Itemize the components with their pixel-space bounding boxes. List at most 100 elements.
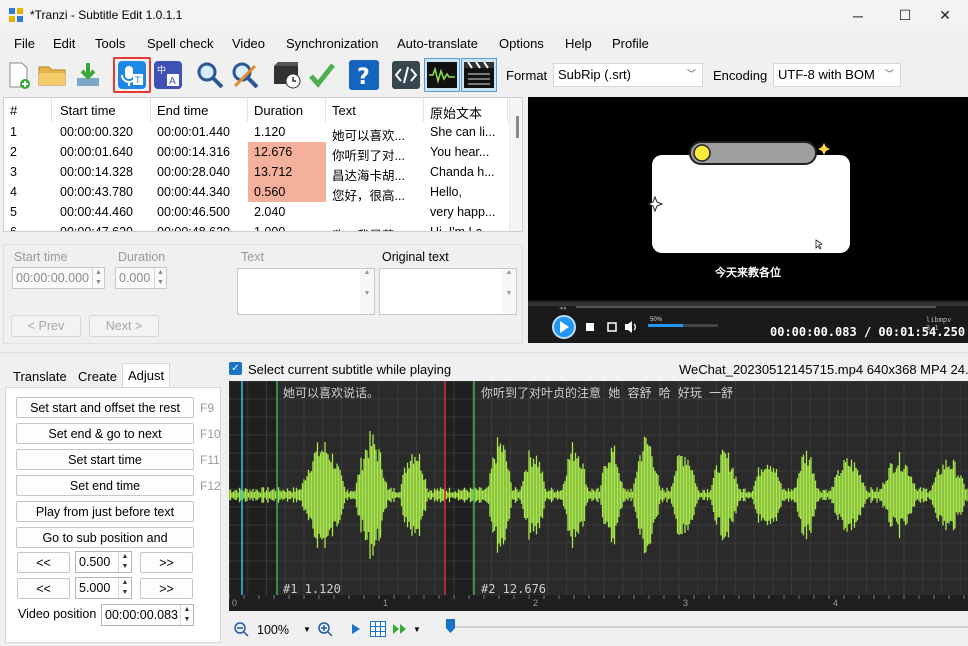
open-folder-icon[interactable] xyxy=(36,58,68,92)
cell-original: Hi, I'm La... xyxy=(430,225,493,232)
chevron-down-icon[interactable]: ▼ xyxy=(303,625,311,634)
rewind-small-button[interactable]: << xyxy=(17,552,70,573)
cell-duration: 13.712 xyxy=(248,162,326,182)
prev-button[interactable]: < Prev xyxy=(11,315,81,337)
subtitle-grid[interactable]: # Start time End time Duration Text 原始文本… xyxy=(3,97,523,232)
menu-file[interactable]: File xyxy=(14,36,35,51)
close-button[interactable]: ✕ xyxy=(922,0,968,31)
forward-large-button[interactable]: >> xyxy=(140,578,193,599)
spell-check-icon[interactable] xyxy=(306,58,338,92)
position-slider[interactable] xyxy=(446,619,455,633)
speech-to-text-icon[interactable]: T xyxy=(113,57,151,93)
zoom-value[interactable]: 100% xyxy=(257,623,289,637)
spin-arrows-icon[interactable]: ▲ ▼ xyxy=(118,552,131,572)
window-title: *Tranzi - Subtitle Edit 1.0.1.1 xyxy=(30,8,183,22)
adjust-button-2[interactable]: Set end & go to next xyxy=(16,423,194,444)
rewind-large-button[interactable]: << xyxy=(17,578,70,599)
menu-edit[interactable]: Edit xyxy=(53,36,75,51)
menu-tools[interactable]: Tools xyxy=(95,36,125,51)
auto-scroll-icon[interactable] xyxy=(392,623,410,635)
column-header-text[interactable]: Text xyxy=(326,98,424,122)
menu-options[interactable]: Options xyxy=(499,36,544,51)
menu-spell-check[interactable]: Spell check xyxy=(147,36,213,51)
adjust-button-1[interactable]: Set start and offset the rest xyxy=(16,397,194,418)
tab-adjust[interactable]: Adjust xyxy=(122,363,171,388)
chevron-down-icon[interactable]: ▼ xyxy=(413,625,421,634)
zoom-out-icon[interactable] xyxy=(234,622,249,637)
original-text-editor[interactable]: ▲ ▼ xyxy=(379,268,517,315)
play-button[interactable] xyxy=(550,314,578,342)
replace-icon[interactable] xyxy=(229,58,261,92)
spin-arrows-icon[interactable]: ▲ ▼ xyxy=(92,268,104,288)
format-select[interactable]: SubRip (.srt) ﹀ xyxy=(553,63,703,87)
adjust-button-3[interactable]: Set start time xyxy=(16,449,194,470)
text-editor-scrollbar[interactable]: ▲ ▼ xyxy=(360,269,374,314)
duration-input[interactable]: 0.000 ▲ ▼ xyxy=(115,267,167,289)
grid-toggle-icon[interactable] xyxy=(370,621,386,637)
text-editor[interactable]: ▲ ▼ xyxy=(237,268,375,315)
spin-arrows-icon[interactable]: ▲ ▼ xyxy=(154,268,166,288)
step-small-input[interactable]: 0.500 ▲ ▼ xyxy=(75,551,132,573)
spin-arrows-icon[interactable]: ▲ ▼ xyxy=(118,578,131,598)
tab-translate[interactable]: Translate xyxy=(8,366,72,387)
visual-sync-icon[interactable] xyxy=(271,58,303,92)
find-icon[interactable] xyxy=(194,58,226,92)
new-file-icon[interactable] xyxy=(2,58,34,92)
cell-original: Hello, xyxy=(430,185,462,199)
encoding-select[interactable]: UTF-8 with BOM ﹀ xyxy=(773,63,901,87)
column-header-number[interactable]: # xyxy=(4,98,52,122)
table-row[interactable]: 3 00:00:14.328 00:00:28.040 13.712 昌达海卡胡... C… xyxy=(4,162,508,182)
adjust-button-5[interactable]: Play from just before text xyxy=(16,501,194,522)
adjust-button-4[interactable]: Set end time xyxy=(16,475,194,496)
column-header-original[interactable]: 原始文本 xyxy=(424,98,508,122)
column-header-end-time[interactable]: End time xyxy=(151,98,248,122)
step-large-input[interactable]: 5.000 ▲ ▼ xyxy=(75,577,132,599)
format-label: Format xyxy=(506,68,548,83)
video-position-input[interactable]: 00:00:00.083 ▲ ▼ xyxy=(101,604,194,626)
scroll-thumb[interactable] xyxy=(516,116,519,138)
source-view-icon[interactable] xyxy=(390,58,422,92)
table-row[interactable]: 4 00:00:43.780 00:00:44.340 0.560 您好，很高... He… xyxy=(4,182,508,202)
video-toggle-icon[interactable] xyxy=(461,58,497,92)
grid-scrollbar[interactable] xyxy=(509,98,522,231)
column-header-start-time[interactable]: Start time xyxy=(54,98,151,122)
menu-profile[interactable]: Profile xyxy=(612,36,649,51)
menu-synchronization[interactable]: Synchronization xyxy=(286,36,379,51)
spin-arrows-icon[interactable]: ▲ ▼ xyxy=(180,605,193,625)
table-row[interactable]: 1 00:00:00.320 00:00:01.440 1.120 她可以喜欢... Sh… xyxy=(4,122,508,142)
position-track[interactable] xyxy=(445,626,968,628)
menu-auto-translate[interactable]: Auto-translate xyxy=(397,36,478,51)
start-time-input[interactable]: 00:00:00.000 ▲ ▼ xyxy=(12,267,105,289)
forward-small-button[interactable]: >> xyxy=(140,552,193,573)
table-row[interactable]: 5 00:00:44.460 00:00:46.500 2.040 very happ.… xyxy=(4,202,508,222)
menu-help[interactable]: Help xyxy=(565,36,592,51)
adjust-button-6[interactable]: Go to sub position and xyxy=(16,527,194,548)
select-current-checkbox[interactable]: ✓ xyxy=(229,362,242,375)
help-icon[interactable]: ? xyxy=(348,58,380,92)
waveform-controls: 100% ▼ ▼ xyxy=(229,614,968,644)
column-header-duration[interactable]: Duration xyxy=(248,98,326,122)
stop-button[interactable] xyxy=(584,321,596,333)
cell-text: 你听到了对... xyxy=(332,149,405,162)
menu-video[interactable]: Video xyxy=(232,36,265,51)
minimize-button[interactable]: ─ xyxy=(835,0,881,31)
cell-number: 3 xyxy=(10,165,17,179)
audio-waveform[interactable]: 她可以喜欢说话。 你听到了对叶贞的注意 她 容舒 哈 好玩 一舒 #1 1.12… xyxy=(229,381,968,611)
original-text-scrollbar[interactable]: ▲ ▼ xyxy=(502,269,516,314)
video-player[interactable]: ◂◂ 今天来教各位 50% libmpv 3.1 00:00:00.083 / … xyxy=(528,97,968,343)
next-button[interactable]: Next > xyxy=(89,315,159,337)
cell-original: very happ... xyxy=(430,205,496,219)
panel-divider[interactable] xyxy=(0,352,968,353)
time-total: 00:01:54.250 xyxy=(878,325,966,339)
time-tick: 0 xyxy=(232,598,238,608)
waveform-toggle-icon[interactable] xyxy=(424,58,460,92)
volume-icon[interactable] xyxy=(624,320,638,334)
fullscreen-button[interactable] xyxy=(606,321,618,333)
zoom-in-icon[interactable] xyxy=(318,622,333,637)
translate-icon[interactable]: 中A xyxy=(152,58,184,92)
tab-create[interactable]: Create xyxy=(73,366,122,387)
download-icon[interactable] xyxy=(72,58,104,92)
table-row[interactable]: 6 00:00:47.620 00:00:48.620 1.000 嗨，我是莎... Hi… xyxy=(4,222,508,232)
table-row[interactable]: 2 00:00:01.640 00:00:14.316 12.676 你听到了对... Y… xyxy=(4,142,508,162)
play-selection-icon[interactable] xyxy=(351,623,361,635)
